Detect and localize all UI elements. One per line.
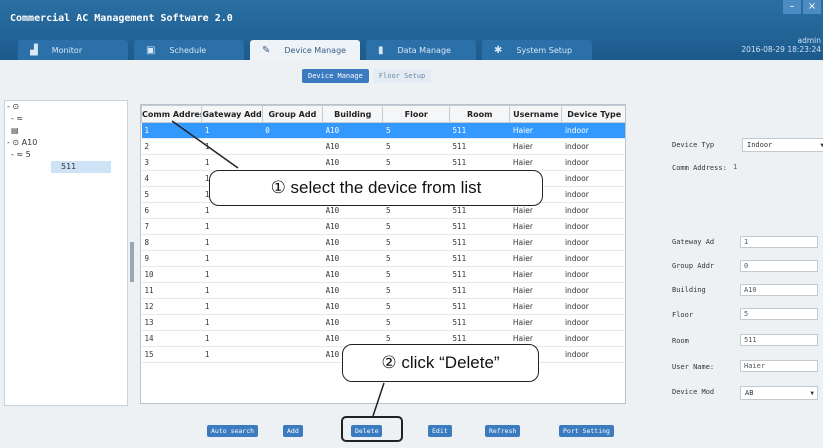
step1-callout: ① select the device from list	[209, 170, 543, 206]
pointer-line-step2	[372, 382, 385, 417]
pointer-line-step1	[171, 120, 239, 169]
step2-callout: ② click “Delete”	[342, 344, 539, 382]
